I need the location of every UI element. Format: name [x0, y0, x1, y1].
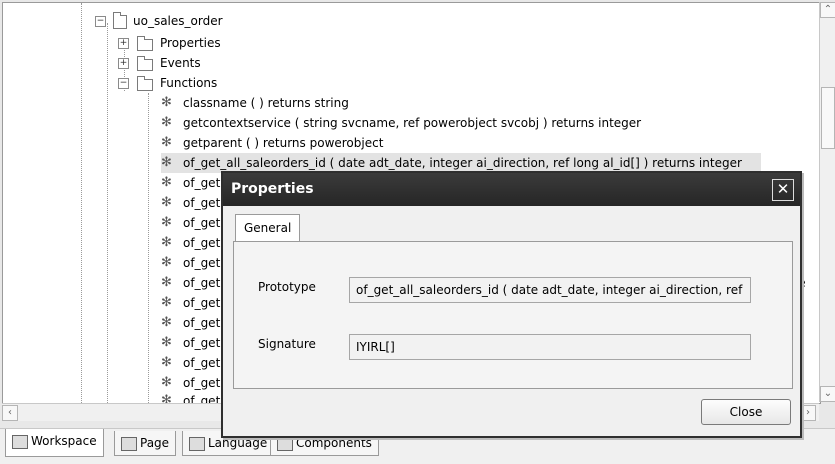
function-label: of_get [183, 376, 221, 390]
tab-label: Workspace [31, 434, 97, 448]
gear-icon: ✻ [161, 135, 172, 150]
function-item-selected[interactable]: ✻ of_get_all_saleorders_id ( date adt_da… [161, 153, 761, 173]
gear-icon: ✻ [161, 215, 172, 230]
tab-label: Language [208, 436, 268, 450]
components-icon [277, 436, 293, 451]
tree-node-label: Properties [160, 36, 221, 50]
scroll-up-icon[interactable]: ⌃ [820, 2, 835, 18]
workspace-icon [12, 434, 28, 449]
gear-icon: ✻ [161, 235, 172, 250]
tab-general[interactable]: General [235, 214, 301, 242]
gear-icon: ✻ [161, 275, 172, 290]
function-label: of_get [183, 176, 221, 190]
scroll-thumb[interactable] [821, 87, 835, 149]
gear-icon: ✻ [161, 255, 172, 270]
plus-icon[interactable]: + [118, 38, 129, 49]
function-label: of_get [183, 336, 221, 350]
gear-icon: ✻ [161, 175, 172, 190]
dialog-titlebar[interactable]: Properties ✕ [223, 173, 800, 206]
function-label: of_get [183, 356, 221, 370]
tab-label: Components [296, 436, 372, 450]
tab-workspace[interactable]: Workspace [5, 429, 104, 457]
tab-label: Page [140, 436, 170, 450]
properties-dialog: Properties ✕ General Prototype of_get_al… [221, 171, 802, 438]
folder-icon [137, 36, 153, 51]
function-label: of_get [183, 236, 221, 250]
prototype-field[interactable]: of_get_all_saleorders_id ( date adt_date… [349, 277, 751, 303]
function-label: getcontextservice ( string svcname, ref … [183, 116, 642, 130]
language-icon [189, 436, 205, 451]
gear-icon: ✻ [161, 155, 172, 170]
gear-icon: ✻ [161, 195, 172, 210]
gear-icon: ✻ [161, 295, 172, 310]
scroll-down-icon[interactable]: ⌄ [820, 386, 835, 402]
gear-icon: ✻ [161, 315, 172, 330]
folder-open-icon [137, 76, 153, 91]
close-icon[interactable]: ✕ [772, 179, 794, 201]
function-label: of_get [183, 216, 221, 230]
signature-label: Signature [258, 337, 316, 351]
function-label: getparent ( ) returns powerobject [183, 136, 384, 150]
signature-field[interactable]: IYIRL[] [349, 334, 751, 360]
scroll-left-icon[interactable]: ‹ [2, 405, 18, 421]
general-panel: Prototype of_get_all_saleorders_id ( dat… [233, 241, 793, 389]
function-label: of_get [183, 316, 221, 330]
plus-icon[interactable]: + [118, 58, 129, 69]
collapse-icon[interactable]: − [95, 16, 106, 27]
gear-icon: ✻ [161, 95, 172, 110]
page-icon [121, 436, 137, 451]
close-button[interactable]: Close [701, 399, 791, 425]
gear-icon: ✻ [161, 355, 172, 370]
function-label: of_get_all_saleorders_id ( date adt_date… [183, 156, 742, 170]
folder-icon [137, 56, 153, 71]
dialog-title: Properties [231, 181, 314, 197]
dialog-body: General Prototype of_get_all_saleorders_… [223, 206, 800, 436]
tab-page[interactable]: Page [114, 431, 177, 456]
tree-guide [81, 3, 82, 403]
function-label: classname ( ) returns string [183, 96, 349, 110]
function-label: of_get [183, 276, 221, 290]
function-label: of_get [183, 196, 221, 210]
gear-icon: ✻ [161, 335, 172, 350]
scroll-right-icon[interactable]: › [800, 405, 816, 421]
function-label: of_get [183, 296, 221, 310]
vertical-scrollbar[interactable]: ⌃ ⌄ [819, 2, 835, 402]
tree-root-label: uo_sales_order [133, 14, 223, 28]
tree-guide [148, 93, 149, 403]
object-icon [113, 12, 127, 29]
gear-icon: ✻ [161, 115, 172, 130]
tree-guide [107, 23, 108, 403]
tree-node-label: Functions [160, 76, 218, 90]
minus-icon[interactable]: − [118, 78, 129, 89]
tree-node-label: Events [160, 56, 201, 70]
gear-icon: ✻ [161, 375, 172, 390]
prototype-label: Prototype [258, 280, 316, 294]
function-label: of_get [183, 256, 221, 270]
